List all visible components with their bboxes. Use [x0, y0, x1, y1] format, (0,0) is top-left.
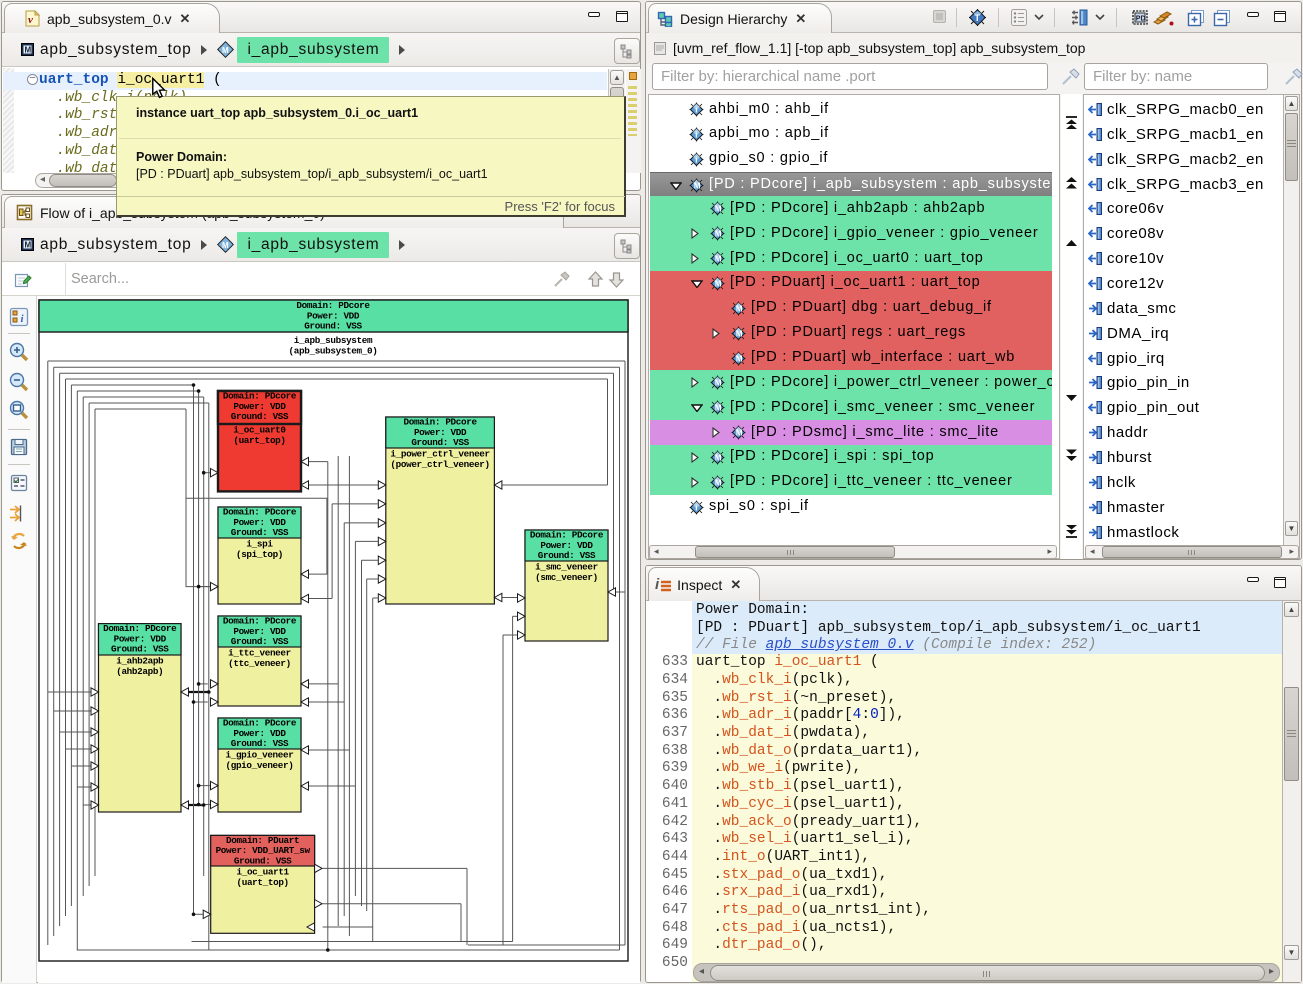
svg-text:Ground: VSS: Ground: VSS: [231, 411, 289, 422]
svg-text:M: M: [736, 304, 743, 313]
svg-text:i: i: [695, 106, 698, 115]
svg-text:(uart_top): (uart_top): [237, 877, 289, 888]
svg-text:i_apb_subsystem: i_apb_subsystem: [294, 335, 373, 346]
svg-text:(gpio_veneer): (gpio_veneer): [226, 760, 294, 771]
svg-text:Ground: VSS: Ground: VSS: [538, 550, 596, 561]
svg-text:(spi_top): (spi_top): [236, 549, 283, 560]
svg-text:PD: PD: [1136, 16, 1146, 23]
svg-text:M: M: [736, 429, 743, 438]
svg-text:M: M: [715, 478, 722, 487]
svg-text:i_power_ctrl_veneer: i_power_ctrl_veneer: [390, 449, 489, 460]
svg-text:i_smc_veneer: i_smc_veneer: [535, 562, 598, 573]
svg-text:Domain: PDcore: Domain: PDcore: [296, 300, 370, 311]
svg-text:(smc_veneer): (smc_veneer): [535, 572, 598, 583]
svg-text:i_ahb2apb: i_ahb2apb: [116, 656, 164, 667]
svg-text:(ttc_veneer): (ttc_veneer): [228, 658, 291, 669]
svg-text:i: i: [695, 155, 698, 164]
svg-text:M: M: [694, 181, 701, 190]
svg-text:v: v: [28, 14, 33, 26]
svg-text:M: M: [715, 230, 722, 239]
svg-text:M: M: [25, 46, 32, 55]
svg-text:M: M: [736, 354, 743, 363]
svg-text:M: M: [715, 205, 722, 214]
svg-text:i_oc_uart0: i_oc_uart0: [233, 425, 286, 436]
svg-text:Ground: VSS: Ground: VSS: [111, 644, 169, 655]
svg-text:M: M: [715, 404, 722, 413]
svg-text:Ground: VSS: Ground: VSS: [234, 855, 292, 866]
svg-text:i: i: [695, 130, 698, 139]
svg-text:M: M: [715, 279, 722, 288]
svg-text:i_oc_uart1: i_oc_uart1: [237, 867, 290, 878]
svg-text:i_spi: i_spi: [246, 539, 273, 550]
svg-text:Ground: VSS: Ground: VSS: [231, 636, 289, 647]
svg-text:M: M: [715, 453, 722, 462]
svg-text:Ground: VSS: Ground: VSS: [231, 738, 289, 749]
svg-text:(power_ctrl_veneer): (power_ctrl_veneer): [390, 459, 489, 470]
svg-text:M: M: [25, 241, 32, 250]
svg-text:Ground: VSS: Ground: VSS: [411, 437, 469, 448]
svg-text:i_ttc_veneer: i_ttc_veneer: [228, 648, 291, 659]
svg-text:M: M: [222, 241, 229, 250]
svg-text:Ground: VSS: Ground: VSS: [231, 527, 289, 538]
svg-text:M: M: [736, 329, 743, 338]
svg-text:(ahb2apb): (ahb2apb): [116, 666, 163, 677]
svg-text:Ground: VSS: Ground: VSS: [304, 320, 362, 331]
svg-text:(uart_top): (uart_top): [233, 435, 285, 446]
svg-text:M: M: [715, 255, 722, 264]
svg-text:M: M: [715, 379, 722, 388]
svg-text:i: i: [695, 503, 698, 512]
svg-text:(apb_subsystem_0): (apb_subsystem_0): [289, 346, 378, 357]
svg-text:M: M: [222, 46, 229, 55]
svg-text:T: T: [975, 13, 981, 23]
svg-text:i_gpio_veneer: i_gpio_veneer: [226, 750, 294, 761]
